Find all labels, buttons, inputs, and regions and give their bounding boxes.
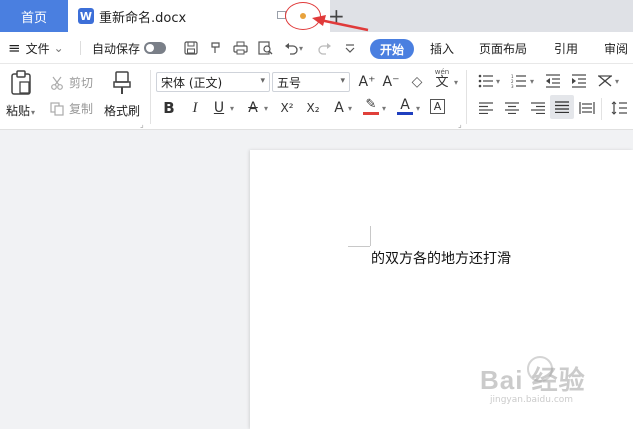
brush-icon [113, 71, 131, 94]
chevron-down-icon[interactable]: ▾ [615, 77, 619, 86]
font-color-letter: A [400, 96, 410, 113]
ribbon-divider [601, 98, 602, 120]
bold-icon[interactable]: B [160, 99, 178, 117]
chevron-down-icon[interactable]: ▾ [496, 77, 500, 86]
word-doc-icon: W [78, 8, 94, 24]
print-icon[interactable] [232, 40, 248, 56]
copy-button[interactable]: 复制 [50, 100, 93, 117]
document-tab-title: 重新命名.docx [99, 10, 187, 26]
cut-button[interactable]: 剪切 [50, 74, 93, 91]
phonetic-char: 文 [435, 74, 449, 90]
menu-divider [80, 41, 81, 55]
watermark-url: jingyan.baidu.com [490, 395, 574, 405]
autosave-toggle[interactable]: 自动保存 [92, 32, 167, 64]
menu-bar: ≡ 文件 ⌄ 自动保存 ▾ 开始 插入 页面布局 引用 审阅 [0, 32, 633, 64]
italic-icon[interactable]: I [186, 99, 204, 117]
hamburger-icon: ≡ [8, 39, 21, 57]
paste-label: 粘贴 [6, 104, 31, 118]
format-painter-label: 格式刷 [104, 104, 141, 118]
font-dialog-launcher-icon[interactable]: ⌟ [458, 120, 462, 129]
ribbon-home: 粘贴▾ 剪切 复制 格式刷 ⌟ 宋体 (正文) ▾ 五号 ▾ A⁺ A⁻ ◇ w… [0, 64, 633, 130]
chevron-down-icon: ▾ [260, 76, 265, 86]
superscript-icon[interactable]: X² [278, 99, 296, 117]
distributed-align-icon[interactable] [578, 99, 596, 117]
watermark-brand: Bai 经验 [480, 365, 586, 395]
redo-icon[interactable] [316, 40, 332, 56]
chevron-down-icon[interactable]: ▾ [454, 78, 458, 87]
tab-page-layout[interactable]: 页面布局 [479, 32, 527, 64]
margin-corner-mark [348, 246, 370, 247]
highlight-color-bar [363, 111, 379, 115]
tab-start[interactable]: 开始 [370, 39, 414, 59]
underline-icon[interactable]: U [210, 99, 228, 117]
scissors-icon [51, 76, 63, 90]
svg-text:3: 3 [511, 84, 514, 88]
font-name-select[interactable]: 宋体 (正文) ▾ [156, 72, 270, 92]
chevron-down-icon[interactable]: ▾ [416, 104, 420, 113]
format-painter-button[interactable]: 格式刷 [104, 70, 140, 119]
undo-icon[interactable] [283, 40, 299, 56]
increase-indent-icon[interactable] [570, 72, 588, 90]
font-size-value: 五号 [277, 75, 302, 90]
font-name-value: 宋体 (正文) [161, 75, 223, 90]
print-preview-icon[interactable] [257, 40, 273, 56]
margin-corner-mark [370, 226, 371, 246]
file-menu[interactable]: ≡ 文件 ⌄ [8, 32, 64, 64]
chevron-down-icon[interactable]: ▾ [348, 104, 352, 113]
align-left-icon[interactable] [477, 99, 495, 117]
align-center-icon[interactable] [503, 99, 521, 117]
clipboard-dialog-launcher-icon[interactable]: ⌟ [140, 120, 144, 129]
undo-dropdown-icon[interactable]: ▾ [299, 44, 303, 53]
document-body-text[interactable]: 的双方各的地方还打滑 [371, 248, 511, 268]
copy-icon [50, 101, 64, 116]
format-painter-icon[interactable] [208, 40, 224, 56]
font-color-icon[interactable]: A [396, 97, 414, 115]
paste-button[interactable]: 粘贴▾ [6, 70, 35, 119]
chevron-down-icon[interactable]: ▾ [264, 104, 268, 113]
home-tab[interactable]: 首页 [0, 0, 68, 32]
chevron-down-icon: ⌄ [53, 41, 64, 55]
tab-references[interactable]: 引用 [554, 32, 578, 64]
chevron-down-icon: ▾ [31, 108, 36, 117]
chevron-down-icon[interactable]: ▾ [530, 77, 534, 86]
ribbon-divider [466, 70, 467, 124]
chevron-down-icon[interactable]: ▾ [230, 104, 234, 113]
autosave-label: 自动保存 [92, 41, 141, 56]
phonetic-guide-icon[interactable]: wén 文 [432, 68, 452, 90]
clipboard-icon [10, 70, 31, 95]
highlighter-icon: ✎ [365, 96, 377, 112]
grow-font-icon[interactable]: A⁺ [358, 73, 376, 91]
clear-format-icon[interactable]: ◇ [408, 73, 426, 91]
shrink-font-icon[interactable]: A⁻ [382, 73, 400, 91]
align-right-icon[interactable] [529, 99, 547, 117]
annotation-arrow-icon [312, 15, 369, 32]
cut-label: 剪切 [69, 76, 94, 90]
subscript-icon[interactable]: X₂ [304, 99, 322, 117]
font-size-select[interactable]: 五号 ▾ [272, 72, 350, 92]
copy-label: 复制 [69, 102, 94, 116]
file-menu-label: 文件 [25, 41, 50, 56]
decrease-indent-icon[interactable] [544, 72, 562, 90]
justify-icon[interactable] [550, 95, 574, 119]
customize-toolbar-icon[interactable] [342, 40, 358, 56]
ribbon-divider [150, 70, 151, 124]
chevron-down-icon[interactable]: ▾ [382, 104, 386, 113]
font-color-bar [397, 111, 413, 115]
highlight-color-icon[interactable]: ✎ [362, 97, 380, 115]
numbered-list-icon[interactable]: 123 [510, 72, 528, 90]
tab-review[interactable]: 审阅 [604, 32, 628, 64]
tab-insert[interactable]: 插入 [430, 32, 454, 64]
chevron-down-icon: ▾ [340, 76, 345, 86]
text-effect-icon[interactable]: A [330, 99, 348, 117]
save-icon[interactable] [183, 40, 199, 56]
strikethrough-icon[interactable]: A [244, 99, 262, 117]
character-border-icon[interactable]: A [430, 99, 445, 114]
toggle-switch-icon[interactable] [144, 42, 167, 54]
chinese-layout-icon[interactable] [596, 72, 614, 90]
watermark: Bai 经验 jingyan.baidu.com [480, 360, 586, 405]
unsaved-indicator-dot [300, 13, 306, 19]
line-spacing-icon[interactable] [610, 99, 628, 117]
bullet-list-icon[interactable] [477, 72, 495, 90]
